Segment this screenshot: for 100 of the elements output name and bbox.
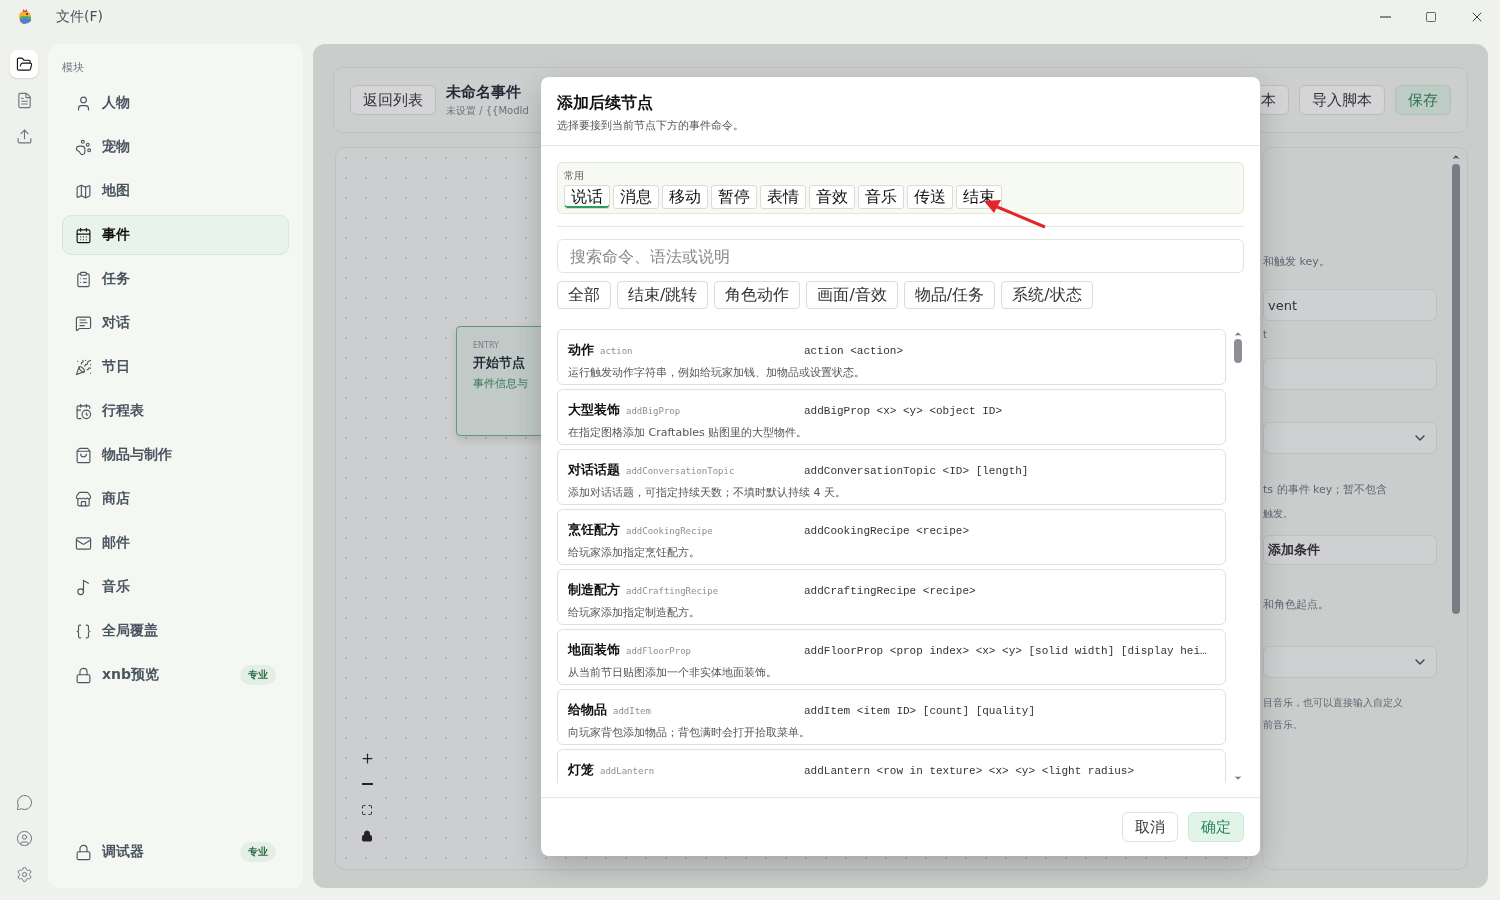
command-card[interactable]: 烹饪配方 addCookingRecipe addCookingRecipe <recipe> 给玩家添加指定烹饪配方。 [557, 509, 1226, 565]
command-description: 给玩家添加指定烹饪配方。 [568, 545, 701, 560]
command-chip[interactable]: 消息 [613, 185, 659, 209]
command-chip[interactable]: 表情 [760, 185, 806, 209]
sidebar-item[interactable]: 事件 [62, 215, 289, 255]
command-card[interactable]: 动作 action action <action> 运行触发动作字符串，例如给玩家加钱、加物品或设置状态。 [557, 329, 1226, 385]
command-chip[interactable]: 传送 [907, 185, 953, 209]
command-key: addCookingRecipe [626, 526, 713, 536]
select-field[interactable] [1263, 422, 1437, 454]
command-card[interactable]: 灯笼 addLantern addLantern <row in texture> <x> <y> <light radius> [557, 749, 1226, 783]
panel-hint: 前音乐。 [1263, 718, 1303, 732]
event-title: 未命名事件 [446, 82, 522, 102]
header-button[interactable]: 导入脚本 [1299, 85, 1385, 115]
sidebar-item[interactable]: 物品与制作 [62, 435, 289, 475]
pro-badge: 专业 [240, 665, 276, 685]
command-description: 向玩家背包添加物品；背包满时会打开拾取菜单。 [568, 725, 811, 740]
sidebar-item[interactable]: 商店 [62, 479, 289, 519]
sidebar-item[interactable]: 任务 [62, 259, 289, 299]
sidebar-item[interactable]: xnb预览 专业 [62, 655, 289, 695]
scroll-up-icon[interactable] [1451, 152, 1461, 162]
scroll-down-icon[interactable] [1233, 773, 1243, 783]
filter-chip[interactable]: 系统/状态 [1001, 281, 1093, 309]
file-menu[interactable]: 文件(F) [56, 8, 103, 26]
input-field[interactable] [1263, 358, 1437, 390]
filter-chip[interactable]: 结束/跳转 [617, 281, 709, 309]
command-syntax: addCookingRecipe <recipe> [804, 525, 971, 537]
command-card[interactable]: 对话话题 addConversationTopic addConversationTopic <ID> [length] 添加对话话题，可指定持续天数；不填时默认持续 4 天。 [557, 449, 1226, 505]
add-condition-button[interactable]: 添加条件 [1263, 535, 1437, 565]
command-key: addCraftingRecipe [626, 586, 719, 596]
scroll-thumb[interactable] [1234, 339, 1242, 363]
command-key: addItem [613, 706, 651, 716]
message-icon [75, 314, 92, 332]
map-icon [75, 182, 92, 200]
confirm-button[interactable]: 确定 [1188, 812, 1244, 842]
person-icon [75, 94, 92, 112]
fit-view-icon [361, 804, 373, 816]
search-field[interactable]: 搜索命令、语法或说明 [557, 239, 1244, 273]
filter-chip[interactable]: 全部 [557, 281, 611, 309]
command-chip[interactable]: 音乐 [858, 185, 904, 209]
command-key: addFloorProp [626, 646, 692, 656]
command-syntax: addFloorProp <prop index> <x> <y> [solid width] [display hei… [804, 645, 1208, 657]
bag-icon [75, 446, 92, 464]
command-chip[interactable]: 移动 [662, 185, 708, 209]
command-name: 灯笼 [568, 762, 594, 777]
plus-icon [359, 750, 375, 766]
sidebar-item[interactable]: 宠物 [62, 127, 289, 167]
command-card[interactable]: 制造配方 addCraftingRecipe addCraftingRecipe <recipe> 给玩家添加指定制造配方。 [557, 569, 1226, 625]
command-chip[interactable]: 暂停 [711, 185, 757, 209]
section-label: 模块 [62, 60, 85, 75]
command-name: 对话话题 [568, 462, 620, 477]
sidebar-item[interactable]: 对话 [62, 303, 289, 343]
sidebar-item[interactable]: 音乐 [62, 567, 289, 607]
lock-icon [361, 830, 373, 842]
command-name: 给物品 [568, 702, 607, 717]
panel-text: 和角色起点。 [1263, 597, 1329, 612]
lock-icon [75, 843, 92, 861]
back-button[interactable]: 返回列表 [350, 85, 436, 115]
sidebar-item[interactable]: 节日 [62, 347, 289, 387]
command-syntax: addConversationTopic <ID> [length] [804, 465, 1030, 477]
filter-chip[interactable]: 画面/音效 [806, 281, 898, 309]
folder-icon[interactable] [10, 50, 38, 78]
command-description: 添加对话话题，可指定持续天数；不填时默认持续 4 天。 [568, 485, 847, 500]
command-chip[interactable]: 说话 [564, 185, 610, 209]
sidebar-item[interactable]: 行程表 [62, 391, 289, 431]
command-syntax: addCraftingRecipe <recipe> [804, 585, 977, 597]
panel-hint: 触发。 [1263, 507, 1293, 521]
panel-text: ts 的事件 key；暂不包含 [1263, 482, 1388, 497]
scroll-thumb[interactable] [1452, 164, 1460, 614]
command-description: 从当前节日贴图添加一个非实体地面装饰。 [568, 665, 778, 680]
maximize-icon [1425, 11, 1437, 23]
filter-chip[interactable]: 物品/任务 [903, 281, 996, 309]
cancel-button[interactable]: 取消 [1122, 812, 1178, 842]
command-key: addConversationTopic [626, 466, 735, 476]
input-field[interactable]: vent [1263, 289, 1437, 321]
command-syntax: addItem <item ID> [count] [quality] [804, 705, 1037, 717]
header-button[interactable]: 保存 [1395, 85, 1451, 115]
command-card[interactable]: 给物品 addItem addItem <item ID> [count] [quality] 向玩家背包添加物品；背包满时会打开拾取菜单。 [557, 689, 1226, 745]
select-field[interactable] [1263, 646, 1437, 678]
sidebar-item[interactable]: 邮件 [62, 523, 289, 563]
minimize-icon [1379, 16, 1391, 18]
command-card[interactable]: 地面装饰 addFloorProp addFloorProp <prop index> <x> <y> [solid width] [display hei… 从当前节日贴图添加一个非实体地面装饰。 [557, 629, 1226, 685]
command-name: 地面装饰 [568, 642, 620, 657]
scroll-up-icon[interactable] [1233, 329, 1243, 339]
sidebar-item[interactable]: 调试器 专业 [62, 832, 289, 872]
command-key: action [600, 346, 633, 356]
command-chip[interactable]: 音效 [809, 185, 855, 209]
command-description: 给玩家添加指定制造配方。 [568, 605, 701, 620]
panel-text: 和触发 key。 [1263, 254, 1330, 269]
command-syntax: addBigProp <x> <y> <object ID> [804, 405, 1004, 417]
filter-chip[interactable]: 角色动作 [714, 281, 801, 309]
command-card[interactable]: 大型装饰 addBigProp addBigProp <x> <y> <object ID> 在指定图格添加 Craftables 贴图里的大型物件。 [557, 389, 1226, 445]
command-name: 烹饪配方 [568, 522, 620, 537]
app-logo [16, 8, 34, 26]
command-key: addLantern [600, 766, 655, 776]
dialog-title: 添加后续节点 [557, 93, 654, 114]
sidebar-item[interactable]: 全局覆盖 [62, 611, 289, 651]
pro-badge: 专业 [240, 842, 276, 862]
sidebar-item[interactable]: 人物 [62, 83, 289, 123]
sidebar-item[interactable]: 地图 [62, 171, 289, 211]
command-syntax: action <action> [804, 345, 905, 357]
